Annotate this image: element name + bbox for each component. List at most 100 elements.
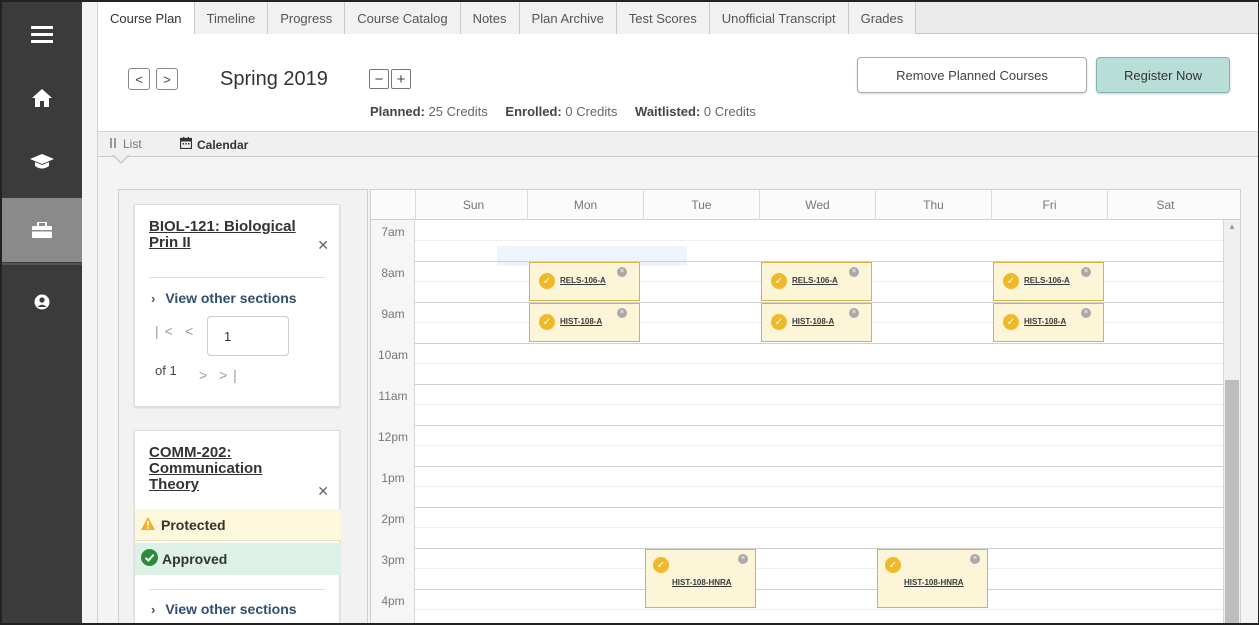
check-circle-icon: ✓: [539, 314, 555, 330]
course-event-code[interactable]: HIST-108-A: [792, 317, 834, 326]
tab-course-plan[interactable]: Course Plan: [98, 2, 195, 35]
remove-event-icon[interactable]: ×: [617, 308, 627, 318]
calendar-view-toggle[interactable]: Calendar: [179, 137, 249, 152]
card-divider: [149, 277, 325, 278]
calendar-view-label: Calendar: [197, 137, 249, 152]
day-header-mon: Mon: [527, 190, 643, 220]
next-term-button[interactable]: >: [156, 68, 178, 90]
tab-unofficial-transcript[interactable]: Unofficial Transcript: [709, 2, 849, 34]
planning-button[interactable]: [2, 198, 82, 262]
day-header-fri: Fri: [991, 190, 1107, 220]
hour-line: [415, 548, 1223, 549]
tab-test-scores[interactable]: Test Scores: [616, 2, 710, 34]
time-label: 2pm: [381, 512, 405, 526]
next-page-icon[interactable]: >: [199, 367, 213, 383]
calendar-icon: [179, 137, 193, 152]
check-circle-icon: ✓: [885, 557, 901, 573]
course-event[interactable]: ✓ RELS-106-A ×: [761, 262, 872, 301]
time-label: 7am: [381, 225, 405, 239]
remove-course-icon[interactable]: ✕: [317, 483, 329, 500]
course-event-code[interactable]: HIST-108-HNRA: [672, 578, 732, 587]
scroll-up-icon[interactable]: ▲: [1225, 222, 1239, 234]
hour-line: [415, 589, 1223, 590]
time-label: 11am: [378, 389, 408, 403]
card-divider: [149, 589, 325, 590]
course-event[interactable]: ✓ RELS-106-A ×: [529, 262, 640, 301]
remove-event-icon[interactable]: ×: [970, 554, 980, 564]
prev-page-icon[interactable]: <: [185, 323, 199, 339]
section-page-input[interactable]: 1: [207, 316, 289, 356]
remove-event-icon[interactable]: ×: [738, 554, 748, 564]
course-event[interactable]: ✓ HIST-108-A ×: [529, 303, 640, 342]
waitlisted-label: Waitlisted:: [635, 104, 701, 119]
course-event[interactable]: ✓ HIST-108-A ×: [761, 303, 872, 342]
menu-icon: [31, 25, 53, 43]
collapse-term-button[interactable]: −: [369, 69, 389, 89]
academics-button[interactable]: [2, 130, 82, 194]
tab-notes[interactable]: Notes: [460, 2, 520, 34]
hour-line: [415, 343, 1223, 344]
menu-button[interactable]: [2, 2, 82, 66]
half-hour-line: [415, 527, 1223, 528]
time-label: 9am: [381, 307, 405, 321]
tab-timeline[interactable]: Timeline: [194, 2, 269, 34]
check-circle-icon: ✓: [539, 273, 555, 289]
remove-event-icon[interactable]: ×: [1081, 308, 1091, 318]
planned-label: Planned:: [370, 104, 425, 119]
list-icon: [110, 137, 119, 151]
course-event-code[interactable]: HIST-108-A: [1024, 317, 1066, 326]
remove-planned-courses-button[interactable]: Remove Planned Courses: [857, 57, 1087, 93]
half-hour-line: [415, 486, 1223, 487]
remove-event-icon[interactable]: ×: [849, 267, 859, 277]
tab-progress[interactable]: Progress: [268, 2, 346, 34]
course-event-code[interactable]: RELS-106-A: [1024, 276, 1070, 285]
last-page-icon[interactable]: >|: [219, 367, 243, 383]
list-view-toggle[interactable]: List: [110, 137, 142, 151]
view-other-sections-label: View other sections: [165, 290, 297, 306]
register-now-button[interactable]: Register Now: [1096, 57, 1230, 93]
day-header-sat: Sat: [1107, 190, 1223, 220]
view-other-sections-link[interactable]: › View other sections: [151, 601, 297, 617]
course-event-code[interactable]: HIST-108-HNRA: [904, 578, 964, 587]
view-other-sections-link[interactable]: › View other sections: [151, 290, 297, 306]
course-card-title[interactable]: BIOL-121: Biological Prin II: [149, 219, 319, 251]
course-card: COMM-202: Communication Theory ✕ Protect…: [134, 430, 341, 623]
briefcase-icon: [32, 222, 52, 238]
remove-event-icon[interactable]: ×: [617, 267, 627, 277]
time-label: 10am: [377, 348, 409, 362]
remove-course-icon[interactable]: ✕: [317, 237, 329, 254]
time-label: 4pm: [381, 594, 405, 608]
weekly-calendar: Sun Mon Tue Wed Thu Fri Sat 7am 8am 9am 10am 11am 1…: [370, 189, 1241, 623]
course-event[interactable]: ✓ HIST-108-A ×: [993, 303, 1104, 342]
enrolled-credits: 0 Credits: [565, 104, 618, 119]
remove-event-icon[interactable]: ×: [1081, 267, 1091, 277]
course-event-code[interactable]: HIST-108-A: [560, 317, 602, 326]
course-event[interactable]: ✓ RELS-106-A ×: [993, 262, 1104, 301]
approved-label: Approved: [162, 551, 228, 567]
previous-term-button[interactable]: <: [128, 68, 150, 90]
half-hour-line: [415, 568, 1223, 569]
course-event-code[interactable]: RELS-106-A: [560, 276, 606, 285]
day-header-thu: Thu: [875, 190, 991, 220]
term-header: < > Spring 2019 − + Planned: 25 Credits …: [98, 34, 1258, 131]
course-event-code[interactable]: RELS-106-A: [792, 276, 838, 285]
main-panel: Course Plan Timeline Progress Course Cat…: [97, 2, 1258, 623]
course-card-title[interactable]: COMM-202: Communication Theory: [149, 445, 299, 493]
term-title: Spring 2019: [220, 68, 328, 90]
course-event[interactable]: ✓ HIST-108-HNRA ×: [645, 549, 756, 608]
day-header-tue: Tue: [643, 190, 759, 220]
protected-label: Protected: [161, 516, 226, 533]
calendar-scroll-thumb[interactable]: [1225, 380, 1239, 623]
calendar-day-header: Sun Mon Tue Wed Thu Fri Sat: [371, 190, 1240, 220]
first-page-icon[interactable]: |<: [155, 323, 179, 339]
day-header-sun: Sun: [415, 190, 531, 220]
profile-button[interactable]: [2, 270, 82, 334]
course-event[interactable]: ✓ HIST-108-HNRA ×: [877, 549, 988, 608]
tab-grades[interactable]: Grades: [848, 2, 917, 34]
protected-flag: Protected: [135, 509, 341, 541]
add-term-button[interactable]: +: [391, 69, 411, 89]
tab-plan-archive[interactable]: Plan Archive: [519, 2, 617, 34]
remove-event-icon[interactable]: ×: [849, 308, 859, 318]
tab-course-catalog[interactable]: Course Catalog: [345, 2, 461, 34]
home-button[interactable]: [2, 66, 82, 130]
